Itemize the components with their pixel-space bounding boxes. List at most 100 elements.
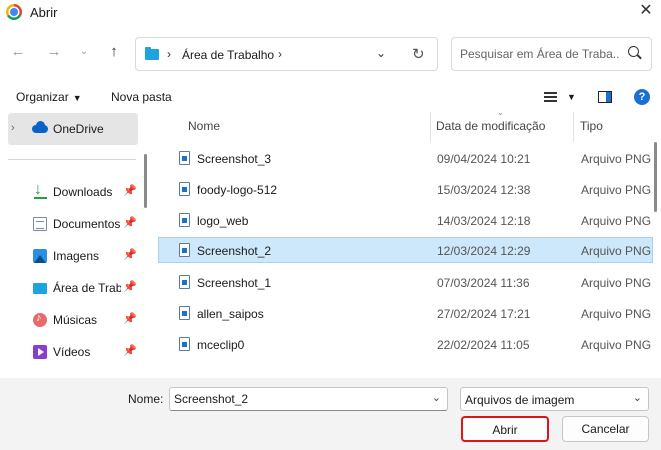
png-file-icon <box>179 306 190 320</box>
chevron-down-icon[interactable]: ⌄ <box>633 391 642 404</box>
chevron-down-icon[interactable]: ⌄ <box>432 391 441 404</box>
column-header-type[interactable]: Tipo <box>580 119 603 133</box>
file-date: 12/03/2024 12:29 <box>437 244 531 258</box>
chrome-icon <box>6 4 22 20</box>
file-date: 09/04/2024 10:21 <box>437 152 531 166</box>
sidebar-item-label: Músicas <box>53 313 98 327</box>
dialog-footer: Nome: ⌄ Arquivos de imagem ⌄ Abrir Cance… <box>0 378 661 450</box>
file-row[interactable]: Screenshot_1 07/03/2024 11:36 Arquivo PN… <box>158 269 653 295</box>
search-input[interactable] <box>460 47 620 61</box>
file-row[interactable]: logo_web 14/03/2024 12:18 Arquivo PNG <box>158 207 653 233</box>
view-options-caret-icon[interactable]: ▼ <box>567 92 576 102</box>
expand-chevron-icon[interactable]: › <box>11 122 15 134</box>
file-date: 27/02/2024 17:21 <box>437 307 531 321</box>
navigation-bar: ← → ⌄ ↑ › Área de Trabalho › ⌄ ↻ <box>0 30 661 76</box>
file-type: Arquivo PNG <box>581 183 652 197</box>
sidebar-item-downloads[interactable]: Downloads 📌 <box>0 180 145 206</box>
search-icon[interactable] <box>628 46 639 57</box>
png-file-icon <box>179 151 190 165</box>
music-icon <box>33 312 47 327</box>
file-date: 14/03/2024 12:18 <box>437 214 531 228</box>
file-name: allen_saipos <box>197 307 264 321</box>
file-name: Screenshot_1 <box>197 276 272 290</box>
download-icon <box>33 181 47 199</box>
pin-icon[interactable]: 📌 <box>123 312 137 325</box>
file-list-scrollbar[interactable] <box>654 142 657 212</box>
forward-arrow-icon[interactable]: → <box>44 42 64 62</box>
file-row[interactable]: mceclip0 22/02/2024 11:05 Arquivo PNG <box>158 331 653 357</box>
pin-icon[interactable]: 📌 <box>123 280 137 293</box>
address-dropdown-icon[interactable]: ⌄ <box>376 46 386 60</box>
png-file-icon <box>179 243 190 257</box>
cancel-button[interactable]: Cancelar <box>562 416 649 442</box>
sidebar-item-label: Área de Trabalho <box>53 281 121 295</box>
file-type: Arquivo PNG <box>581 276 652 290</box>
breadcrumb-separator-icon[interactable]: › <box>167 47 171 61</box>
file-type-select[interactable]: Arquivos de imagem ⌄ <box>460 387 649 411</box>
file-type-value: Arquivos de imagem <box>465 393 575 407</box>
sidebar-item-label: Vídeos <box>53 345 91 359</box>
column-header-date[interactable]: Data de modificação <box>436 119 545 133</box>
images-icon <box>33 249 47 263</box>
help-icon[interactable]: ? <box>634 89 650 105</box>
file-row[interactable]: foody-logo-512 15/03/2024 12:38 Arquivo … <box>158 176 653 202</box>
png-file-icon <box>179 182 190 196</box>
file-name-input[interactable] <box>174 392 424 406</box>
sidebar-item-videos[interactable]: Vídeos 📌 <box>0 340 145 366</box>
column-header-name[interactable]: Nome <box>188 119 220 133</box>
file-name: Screenshot_3 <box>197 152 272 166</box>
breadcrumb-chevron-icon[interactable]: › <box>278 47 282 61</box>
refresh-icon[interactable]: ↻ <box>412 45 425 63</box>
navigation-pane: › OneDrive Downloads 📌 Documentos 📌 Imag… <box>0 112 150 378</box>
window-title: Abrir <box>30 5 58 20</box>
preview-pane-icon[interactable] <box>598 91 612 103</box>
sidebar-item-label: Documentos <box>53 217 121 231</box>
file-date: 22/02/2024 11:05 <box>437 338 530 352</box>
title-bar: Abrir ✕ <box>0 0 661 24</box>
png-file-icon <box>179 213 190 227</box>
search-box[interactable] <box>451 37 652 71</box>
sidebar-item-label: Downloads <box>53 185 113 199</box>
sidebar-item-imagens[interactable]: Imagens 📌 <box>0 244 145 270</box>
view-list-icon[interactable] <box>544 92 557 102</box>
recent-locations-chevron-icon[interactable]: ⌄ <box>74 42 94 62</box>
sidebar-item-documentos[interactable]: Documentos 📌 <box>0 212 145 238</box>
organize-menu[interactable]: Organizar ▼ <box>16 90 82 104</box>
address-bar[interactable]: › Área de Trabalho › ⌄ ↻ <box>135 37 438 71</box>
file-type: Arquivo PNG <box>581 244 652 258</box>
sidebar-item-musicas[interactable]: Músicas 📌 <box>0 308 145 334</box>
close-icon[interactable]: ✕ <box>637 2 655 20</box>
file-date: 07/03/2024 11:36 <box>437 276 530 290</box>
pin-icon[interactable]: 📌 <box>123 184 137 197</box>
sidebar-item-area-de-trabalho[interactable]: Área de Trabalho 📌 <box>0 276 145 302</box>
file-type: Arquivo PNG <box>581 152 652 166</box>
png-file-icon <box>179 275 190 289</box>
file-name: Screenshot_2 <box>197 244 272 258</box>
documents-icon <box>33 217 47 231</box>
caret-down-icon: ▼ <box>72 93 82 103</box>
png-file-icon <box>179 337 190 351</box>
open-button[interactable]: Abrir <box>461 416 549 442</box>
file-name-combobox[interactable]: ⌄ <box>169 387 448 411</box>
pin-icon[interactable]: 📌 <box>123 248 137 261</box>
column-divider[interactable] <box>430 112 431 142</box>
videos-icon <box>33 345 47 359</box>
column-divider[interactable] <box>573 112 574 142</box>
breadcrumb-current[interactable]: Área de Trabalho <box>182 48 274 62</box>
file-name: foody-logo-512 <box>197 183 278 197</box>
sidebar-divider <box>8 159 136 160</box>
file-row[interactable]: Screenshot_3 09/04/2024 10:21 Arquivo PN… <box>158 145 653 171</box>
new-folder-button[interactable]: Nova pasta <box>111 90 172 104</box>
sidebar-scrollbar[interactable] <box>144 154 147 208</box>
file-date: 15/03/2024 12:38 <box>437 183 531 197</box>
column-header-row: Nome ⌄ Data de modificação Tipo <box>158 112 661 142</box>
sort-indicator-icon: ⌄ <box>497 112 504 117</box>
back-arrow-icon[interactable]: ← <box>8 42 28 62</box>
sidebar-item-onedrive[interactable]: › OneDrive <box>8 113 138 145</box>
file-row-selected[interactable]: Screenshot_2 12/03/2024 12:29 Arquivo PN… <box>158 237 653 263</box>
file-name: mceclip0 <box>197 338 245 352</box>
file-row[interactable]: allen_saipos 27/02/2024 17:21 Arquivo PN… <box>158 300 653 326</box>
up-arrow-icon[interactable]: ↑ <box>104 42 124 62</box>
pin-icon[interactable]: 📌 <box>123 216 137 229</box>
pin-icon[interactable]: 📌 <box>123 344 137 357</box>
